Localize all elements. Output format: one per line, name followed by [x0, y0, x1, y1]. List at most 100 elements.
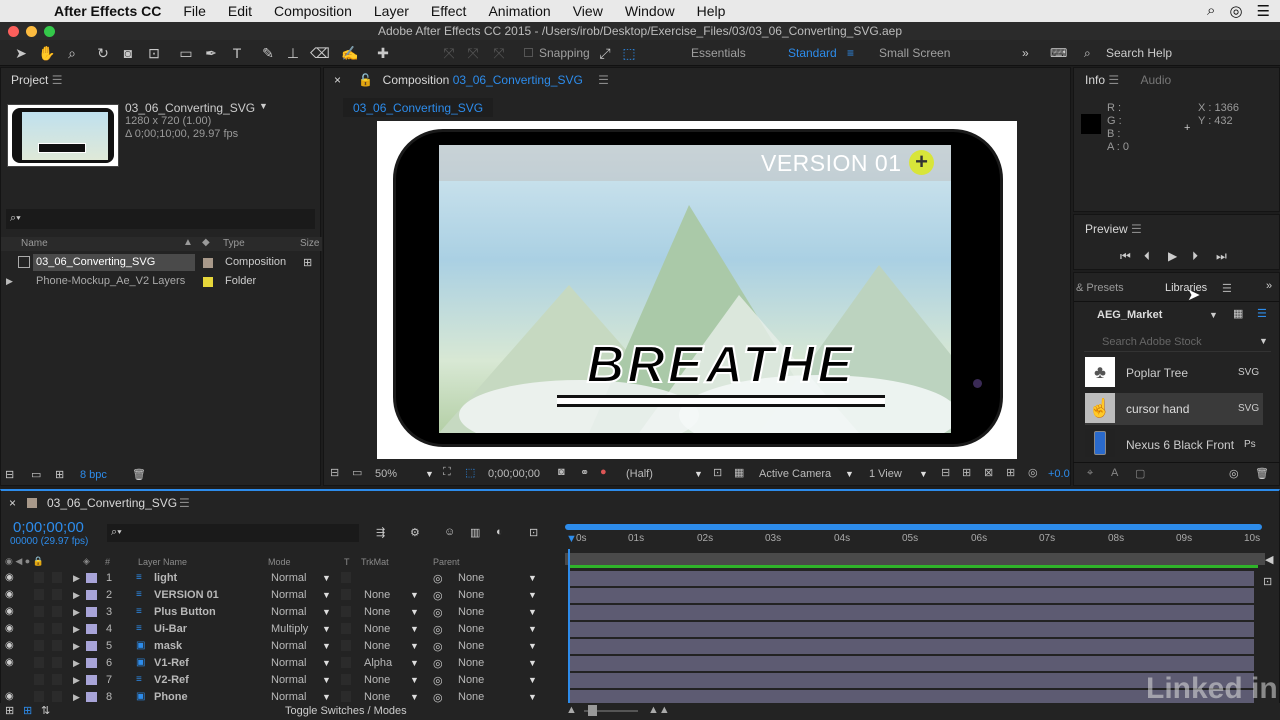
audio-tab[interactable]: Audio [1140, 73, 1171, 87]
label-column-icon[interactable]: ◈ [83, 556, 90, 567]
solo-toggle[interactable] [34, 691, 44, 702]
layer-switches-icon[interactable]: ⊞ [5, 704, 14, 717]
creative-cloud-icon[interactable]: ◎ [1229, 2, 1242, 20]
lock-toggle[interactable] [52, 572, 62, 583]
lock-toggle[interactable] [52, 589, 62, 600]
layer-label-swatch[interactable] [86, 675, 97, 685]
trkmat-dropdown-icon[interactable]: ▼ [410, 658, 419, 668]
label-column-icon[interactable]: ◆ [202, 237, 210, 248]
mode-dropdown-icon[interactable]: ▼ [322, 675, 331, 685]
resolution-select[interactable]: (Half) [626, 468, 653, 480]
preserve-transparency-toggle[interactable] [341, 691, 351, 702]
close-window-button[interactable] [8, 26, 19, 37]
search-help-input[interactable]: Search Help [1106, 46, 1172, 60]
project-panel-title[interactable]: Project [11, 73, 48, 87]
workspace-menu-icon[interactable]: ≡ [847, 46, 854, 60]
zoom-out-icon[interactable]: ▲ [566, 704, 577, 716]
pickwhip-icon[interactable]: ◎ [433, 589, 443, 602]
mode-dropdown-icon[interactable]: ▼ [322, 590, 331, 600]
expand-triangle-icon[interactable]: ▶ [73, 590, 80, 601]
layer-duration-bar[interactable] [570, 605, 1254, 620]
fast-preview-icon[interactable]: ⊞ [962, 466, 971, 479]
mode-dropdown-icon[interactable]: ▼ [322, 607, 331, 617]
toggle-switches-modes[interactable]: Toggle Switches / Modes [285, 705, 407, 717]
layer-parent[interactable]: None [458, 691, 484, 703]
layer-parent[interactable]: None [458, 657, 484, 669]
visibility-eye-icon[interactable]: ◉ [5, 691, 14, 702]
lock-toggle[interactable] [52, 606, 62, 617]
flowchart-icon[interactable]: ⊞ [303, 256, 312, 269]
project-row[interactable]: 03_06_Converting_SVG Composition ⊞ [1, 254, 322, 272]
lock-toggle[interactable] [52, 691, 62, 702]
workspace-overflow-icon[interactable]: » [1022, 46, 1029, 60]
label-swatch[interactable] [203, 277, 213, 287]
new-folder-icon[interactable]: ▭ [31, 468, 41, 481]
layer-label-swatch[interactable] [86, 607, 97, 617]
project-search-input[interactable]: ⌕▾ [6, 209, 315, 229]
layer-trkmat[interactable]: None [364, 691, 390, 703]
hand-tool-icon[interactable]: ✋ [38, 44, 56, 62]
trkmat-dropdown-icon[interactable]: ▼ [410, 675, 419, 685]
item-dropdown-icon[interactable]: ▼ [259, 101, 268, 111]
composition-viewer[interactable]: VERSION 01 + BREATHE [377, 121, 1017, 459]
lock-toggle[interactable] [52, 640, 62, 651]
trash-icon[interactable]: 🗑 [1255, 467, 1269, 480]
add-text-style-icon[interactable]: A [1111, 467, 1118, 479]
layer-name[interactable]: Ui-Bar [154, 623, 187, 635]
preserve-transparency-toggle[interactable] [341, 572, 351, 583]
project-item-name[interactable]: 03_06_Converting_SVG [33, 254, 195, 271]
search-icon[interactable]: ⌕ [1084, 46, 1091, 61]
parent-dropdown-icon[interactable]: ▼ [528, 573, 537, 583]
layer-name[interactable]: light [154, 572, 177, 584]
menu-animation[interactable]: Animation [488, 3, 550, 19]
timeline-comp-tab[interactable]: 03_06_Converting_SVG [47, 491, 177, 515]
timeline-search-input[interactable]: ⌕▾ [107, 524, 359, 542]
layer-label-swatch[interactable] [86, 590, 97, 600]
transparency-grid-icon[interactable]: ▦ [734, 466, 744, 479]
layer-trkmat[interactable]: None [364, 640, 390, 652]
layer-trkmat[interactable]: None [364, 623, 390, 635]
zoom-tool-icon[interactable]: ⌕ [63, 44, 81, 62]
panel-menu-icon[interactable]: ☰ [1108, 73, 1119, 87]
layer-name[interactable]: VERSION 01 [154, 589, 219, 601]
spotlight-icon[interactable]: ⌕ [1207, 2, 1215, 20]
list-view-icon[interactable]: ☰ [1257, 307, 1267, 320]
expand-triangle-icon[interactable]: ▶ [73, 675, 80, 686]
col-mode[interactable]: Mode [268, 557, 291, 567]
comp-button-icon[interactable]: ◀ [1265, 553, 1273, 566]
library-item[interactable]: ♣ Poplar Tree SVG [1085, 357, 1263, 389]
cc-sync-icon[interactable]: ◎ [1229, 467, 1239, 480]
layer-mode[interactable]: Normal [271, 572, 306, 584]
snapshot-icon[interactable]: ◙ [558, 466, 565, 478]
panel-menu-icon[interactable]: ☰ [598, 73, 609, 87]
zoom-window-button[interactable] [44, 26, 55, 37]
snapping-checkbox[interactable] [524, 48, 533, 57]
current-time[interactable]: 0;00;00;00 [488, 468, 540, 480]
menu-view[interactable]: View [573, 3, 603, 19]
menu-layer[interactable]: Layer [374, 3, 409, 19]
expand-triangle-icon[interactable]: ▶ [73, 641, 80, 652]
timeline-timecode[interactable]: 0;00;00;00 [13, 519, 84, 536]
grid-view-icon[interactable]: ▦ [1233, 307, 1243, 320]
preserve-transparency-toggle[interactable] [341, 589, 351, 600]
preserve-transparency-toggle[interactable] [341, 674, 351, 685]
comp-mini-flowchart-icon[interactable]: ⇶ [376, 526, 385, 539]
composition-name[interactable]: 03_06_Converting_SVG [453, 73, 583, 87]
solo-toggle[interactable] [34, 640, 44, 651]
preserve-transparency-toggle[interactable] [341, 606, 351, 617]
view-axis-icon[interactable]: ⤧ [490, 44, 508, 62]
layer-name[interactable]: V2-Ref [154, 674, 189, 686]
interpret-footage-icon[interactable]: ⊟ [5, 468, 14, 481]
panel-menu-icon[interactable]: ☰ [52, 73, 63, 87]
solo-toggle[interactable] [34, 589, 44, 600]
project-item-name[interactable]: Phone-Mockup_Ae_V2 Layers [36, 275, 185, 287]
last-frame-icon[interactable]: ⏭ [1216, 249, 1227, 264]
add-graphic-icon[interactable]: ▢ [1135, 467, 1145, 480]
expand-triangle-icon[interactable]: ▶ [73, 573, 80, 584]
solo-toggle[interactable] [34, 674, 44, 685]
workspace-small-screen[interactable]: Small Screen [879, 46, 950, 60]
layer-duration-bar[interactable] [570, 571, 1254, 586]
zoom-in-icon[interactable]: ▲▲ [648, 704, 670, 716]
layer-duration-bar[interactable] [570, 656, 1254, 671]
graph-editor-icon[interactable]: ⊡ [529, 526, 538, 539]
